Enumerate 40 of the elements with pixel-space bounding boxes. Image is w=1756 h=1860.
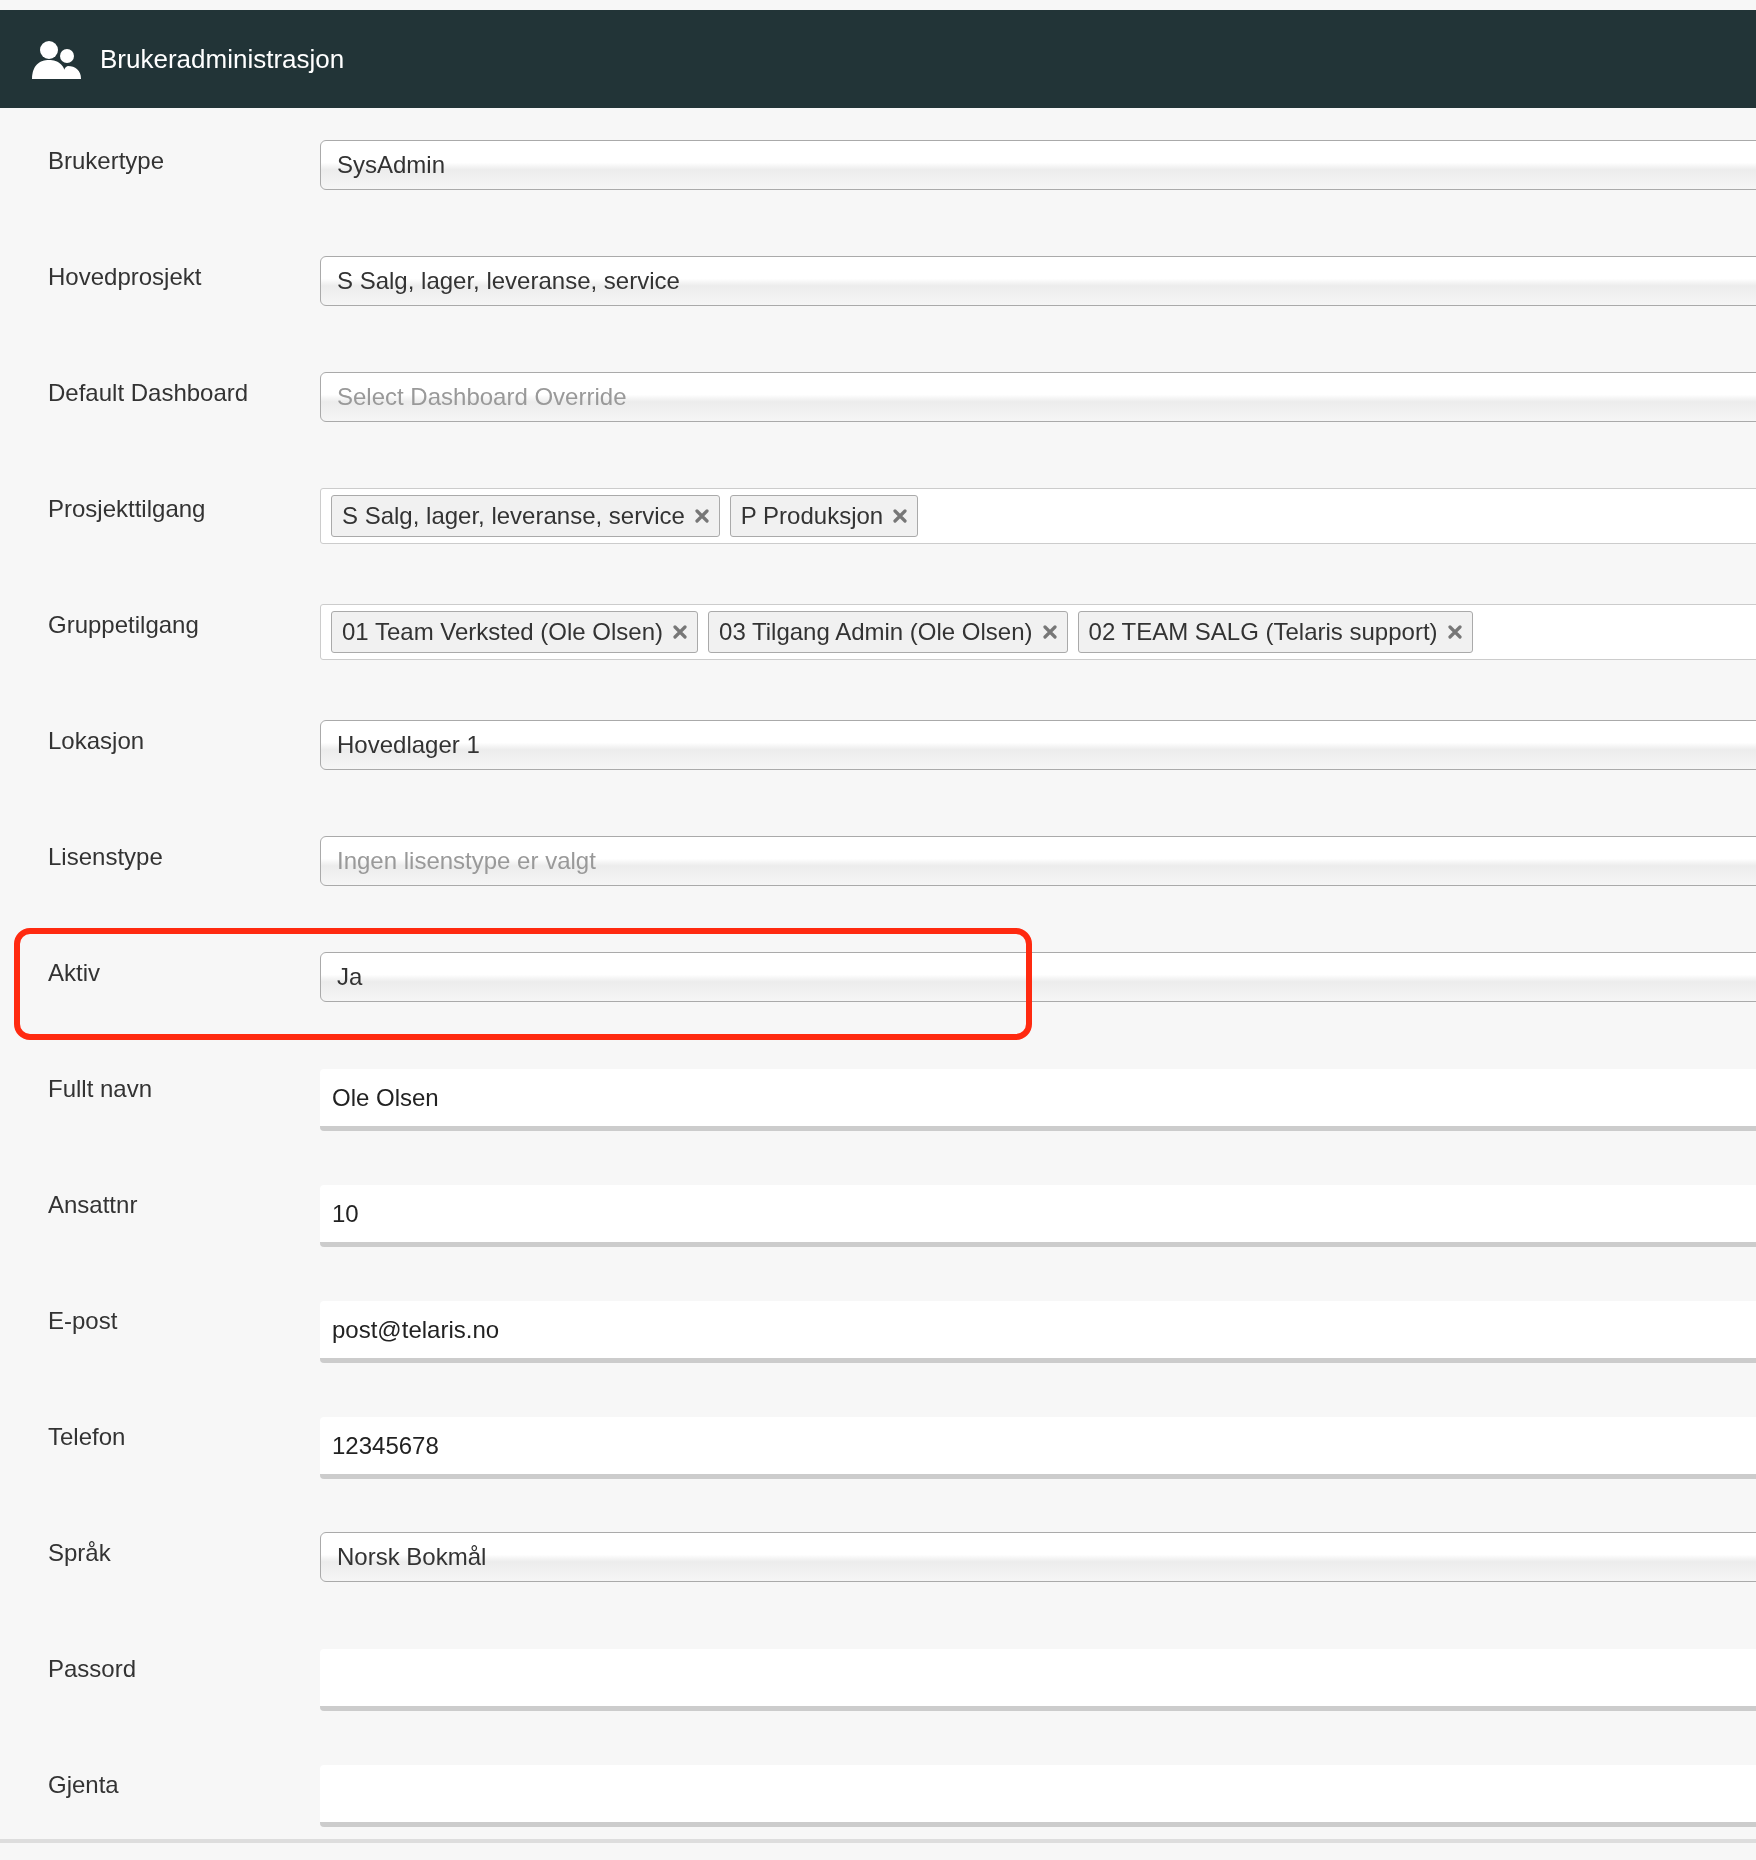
text-field[interactable]: Ole Olsen (320, 1069, 1756, 1131)
field-label: Telefon (47, 1423, 127, 1451)
tag-label: 02 TEAM SALG (Telaris support) (1088, 618, 1438, 646)
select-field[interactable]: Hovedlager 1 (320, 720, 1756, 770)
remove-icon[interactable] (1447, 625, 1462, 639)
remove-icon[interactable] (673, 625, 688, 639)
field-label: Fullt navn (47, 1075, 154, 1103)
field-label: Lisenstype (47, 843, 164, 871)
users-icon (32, 39, 82, 79)
page-title: Brukeradministrasjon (100, 43, 345, 75)
text-field[interactable] (320, 1765, 1756, 1827)
text-field[interactable] (320, 1649, 1756, 1711)
remove-icon[interactable] (1042, 625, 1057, 639)
text-field[interactable]: 12345678 (320, 1417, 1756, 1479)
tag-label: S Salg, lager, leveranse, service (342, 502, 685, 530)
field-label: Gjenta (47, 1771, 120, 1799)
text-field[interactable]: post@telaris.no (320, 1301, 1756, 1363)
field-label: Ansattnr (47, 1191, 139, 1219)
field-label: Brukertype (47, 147, 166, 175)
tag-input-field[interactable]: S Salg, lager, leveranse, service P Produksjon (320, 488, 1756, 544)
field-label: E-post (47, 1307, 119, 1335)
select-field[interactable]: SysAdmin (320, 140, 1756, 190)
field-label: Aktiv (47, 959, 101, 987)
field-label: Hovedprosjekt (47, 263, 203, 291)
tag-label: 03 Tilgang Admin (Ole Olsen) (719, 618, 1033, 646)
select-field[interactable]: Norsk Bokmål (320, 1532, 1756, 1582)
select-field[interactable]: S Salg, lager, leveranse, service (320, 256, 1756, 306)
select-field[interactable]: Ja (320, 952, 1756, 1002)
tag-input-field[interactable]: 01 Team Verksted (Ole Olsen) 03 Tilgang Admin (Ole Olsen) 02 TEAM SALG (Telaris support) (320, 604, 1756, 660)
field-label: Prosjekttilgang (47, 495, 207, 523)
field-label: Default Dashboard (47, 379, 250, 407)
tag-label: 01 Team Verksted (Ole Olsen) (342, 618, 664, 646)
remove-icon[interactable] (694, 509, 709, 523)
tag-label: P Produksjon (740, 502, 884, 530)
field-label: Lokasjon (47, 727, 146, 755)
text-field[interactable]: 10 (320, 1185, 1756, 1247)
field-label: Passord (47, 1655, 138, 1683)
field-label: Gruppetilgang (47, 611, 200, 639)
remove-icon[interactable] (893, 509, 908, 523)
field-label: Språk (47, 1539, 112, 1567)
